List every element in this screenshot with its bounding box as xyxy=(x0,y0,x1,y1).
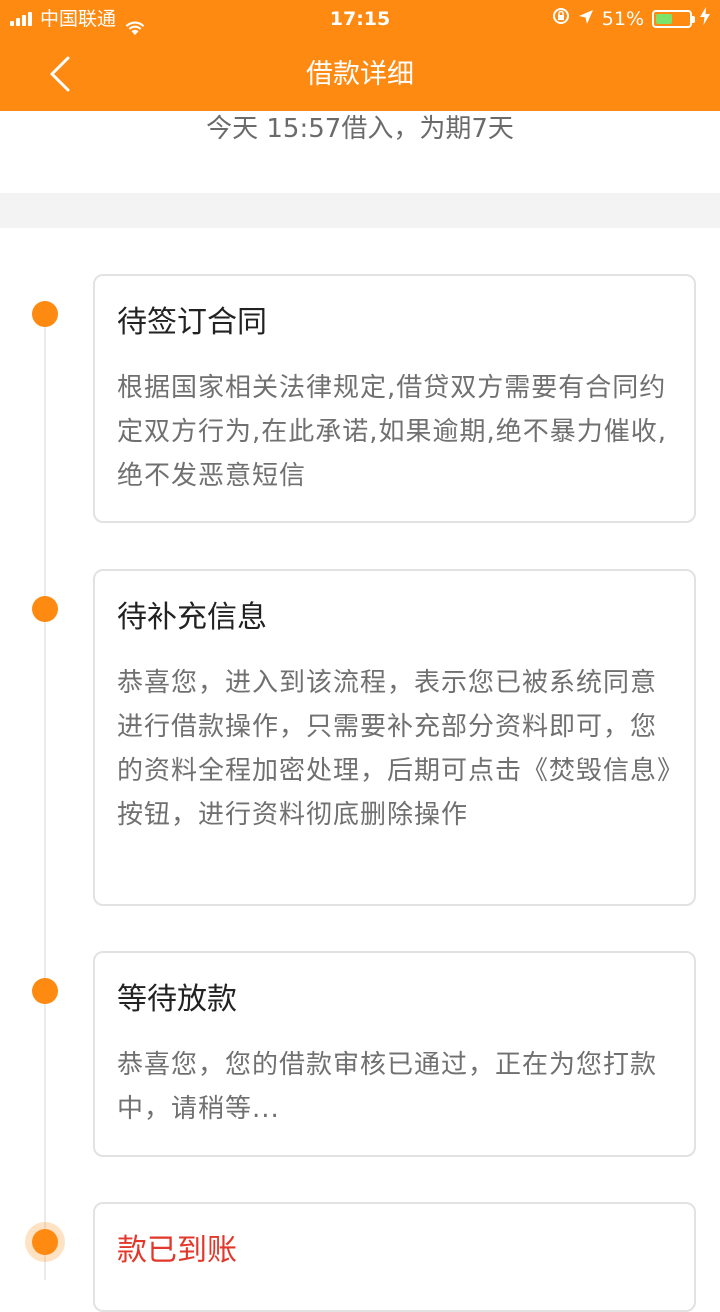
step-card-funds-arrived: 款已到账 xyxy=(93,1202,696,1312)
app-header: 中国联通 17:15 51% 借款详细 xyxy=(0,0,720,111)
timeline-dot xyxy=(32,978,58,1004)
step-card-awaiting-disbursement: 等待放款 恭喜您，您的借款审核已通过，正在为您打款中，请稍等... xyxy=(93,951,696,1157)
step-title: 等待放款 xyxy=(117,982,237,1017)
timeline-dot xyxy=(32,301,58,327)
location-icon xyxy=(578,0,594,38)
page-title: 借款详细 xyxy=(306,59,414,90)
orientation-lock-icon xyxy=(552,0,570,38)
step-card-supplement-info: 待补充信息 恭喜您，进入到该流程，表示您已被系统同意进行借款操作，只需要补充部分… xyxy=(93,569,696,906)
step-title: 款已到账 xyxy=(117,1233,237,1268)
status-right: 51% xyxy=(552,0,710,38)
timeline-dot-current xyxy=(32,1229,58,1255)
loan-summary: 今天 15:57借入，为期7天 xyxy=(206,114,514,144)
nav-bar: 借款详细 xyxy=(0,38,720,111)
step-description: 根据国家相关法律规定,借贷双方需要有合同约定双方行为,在此承诺,如果逾期,绝不暴… xyxy=(117,373,668,491)
status-bar: 中国联通 17:15 51% xyxy=(0,0,720,38)
step-title: 待补充信息 xyxy=(117,600,267,635)
battery-percent: 51% xyxy=(601,8,644,30)
charging-icon xyxy=(700,0,710,38)
step-title: 待签订合同 xyxy=(117,305,267,340)
section-divider xyxy=(0,193,720,228)
step-description: 恭喜您，进入到该流程，表示您已被系统同意进行借款操作，只需要补充部分资料即可，您… xyxy=(117,668,672,830)
step-card-sign-contract: 待签订合同 根据国家相关法律规定,借贷双方需要有合同约定双方行为,在此承诺,如果… xyxy=(93,274,696,523)
step-description: 恭喜您，您的借款审核已通过，正在为您打款中，请稍等... xyxy=(117,1050,658,1124)
battery-icon xyxy=(652,10,695,28)
timeline-dot xyxy=(32,596,58,622)
timeline-line xyxy=(44,325,46,1280)
